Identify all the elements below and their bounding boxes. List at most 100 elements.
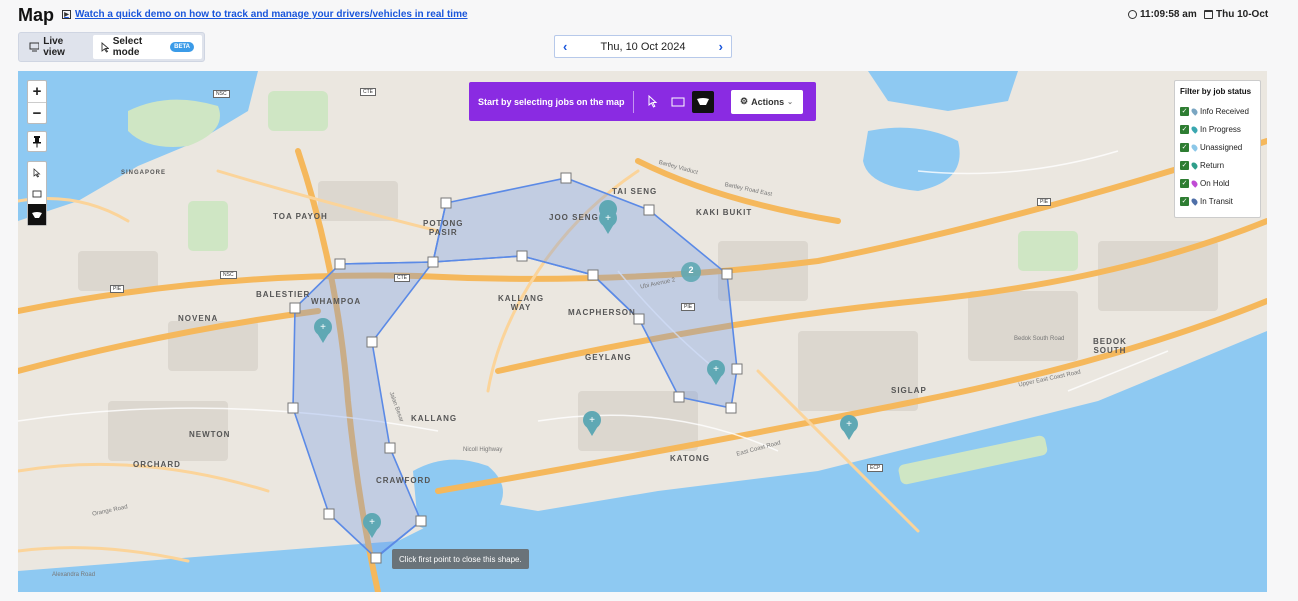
monitor-icon: [29, 42, 40, 52]
top-bar: Map ▶ Watch a quick demo on how to track…: [0, 0, 1298, 30]
lasso-select-button[interactable]: [691, 90, 714, 113]
chevron-down-icon: ⌄: [787, 98, 794, 106]
svg-text:+: +: [589, 415, 595, 426]
zoom-out-button[interactable]: −: [28, 102, 46, 123]
label-potong-pasir: POTONG PASIR: [423, 219, 464, 237]
toolbar-message: Start by selecting jobs on the map: [478, 96, 625, 107]
label-tai-seng: TAI SENG: [612, 187, 658, 196]
draw-control: [27, 161, 47, 226]
checkbox-checked-icon[interactable]: ✓: [1180, 178, 1189, 188]
map-pin-icon: [1190, 178, 1199, 188]
pointer-tool-button[interactable]: [28, 162, 46, 183]
map-pin-icon: [1190, 142, 1199, 152]
live-view-label: Live view: [43, 36, 65, 58]
map-pin-icon: [1190, 196, 1199, 206]
job-cluster[interactable]: 2: [681, 265, 701, 275]
filter-item-label: Info Received: [1200, 106, 1249, 116]
job-selection-toolbar: Start by selecting jobs on the map ⚙ Act…: [469, 82, 816, 121]
actions-dropdown[interactable]: ⚙ Actions ⌄: [730, 89, 803, 114]
job-status-filter: Filter by job status ✓ Info Received ✓ I…: [1174, 80, 1261, 218]
selected-date[interactable]: Thu, 10 Oct 2024: [601, 41, 686, 53]
toolbar-divider: [632, 90, 634, 113]
svg-text:+: +: [369, 517, 375, 528]
road-nicoll-highway: Nicoll Highway: [463, 447, 503, 453]
zoom-in-button[interactable]: +: [28, 81, 46, 102]
shield-pie: PIE: [681, 303, 696, 311]
live-view-button[interactable]: Live view: [21, 35, 93, 59]
filter-item-in-transit[interactable]: ✓ In Transit: [1180, 192, 1255, 210]
draw-hint-tooltip: Click first point to close this shape.: [392, 549, 529, 569]
select-mode-button[interactable]: Select mode BETA: [92, 35, 202, 59]
label-novena: NOVENA: [178, 314, 219, 323]
lasso-icon: [696, 98, 709, 105]
label-macpherson: MACPHERSON: [568, 308, 636, 317]
filter-item-label: Unassigned: [1200, 142, 1243, 152]
demo-link-text[interactable]: Watch a quick demo on how to track and m…: [75, 9, 468, 20]
chevron-right-icon[interactable]: ›: [719, 39, 723, 54]
map-base: + + + + + +: [18, 71, 1267, 592]
svg-text:+: +: [320, 322, 326, 333]
zoom-control: + −: [27, 80, 47, 124]
shield-cte: CTE: [394, 274, 410, 282]
select-mode-label: Select mode: [112, 36, 143, 58]
time-text: 11:09:58 am: [1140, 9, 1197, 20]
cursor-icon: [648, 95, 657, 108]
demo-video-link[interactable]: ▶ Watch a quick demo on how to track and…: [62, 9, 468, 20]
date-picker: ‹ Thu, 10 Oct 2024 ›: [554, 35, 732, 58]
chevron-left-icon[interactable]: ‹: [563, 39, 567, 54]
play-icon: ▶: [62, 10, 71, 19]
clock-icon: [1128, 10, 1137, 19]
current-date: Thu 10-Oct: [1204, 9, 1268, 20]
shield-nsc: NSC: [213, 90, 230, 98]
rectangle-select-button[interactable]: [667, 91, 689, 113]
lasso-icon: [32, 211, 42, 218]
checkbox-checked-icon[interactable]: ✓: [1180, 106, 1189, 116]
filter-item-label: Return: [1200, 160, 1225, 170]
checkbox-checked-icon[interactable]: ✓: [1180, 196, 1189, 206]
filter-item-return[interactable]: ✓ Return: [1180, 156, 1255, 174]
gear-icon: ⚙: [740, 96, 749, 106]
svg-text:+: +: [605, 213, 611, 224]
checkbox-checked-icon[interactable]: ✓: [1180, 160, 1189, 170]
label-kallang: KALLANG: [411, 414, 458, 423]
lasso-tool-button[interactable]: [28, 204, 46, 225]
label-geylang: GEYLANG: [585, 353, 632, 362]
cursor-icon: [101, 41, 109, 53]
page-title: Map: [18, 5, 54, 25]
map-pin-icon: [1190, 106, 1199, 116]
filter-item-info-received[interactable]: ✓ Info Received: [1180, 102, 1255, 120]
shield-ecp: ECP: [867, 464, 884, 472]
label-balestier: BALESTIER: [256, 290, 311, 299]
pin-button[interactable]: [27, 131, 47, 152]
label-crawford: CRAWFORD: [376, 476, 432, 485]
filter-item-unassigned[interactable]: ✓ Unassigned: [1180, 138, 1255, 156]
checkbox-checked-icon[interactable]: ✓: [1180, 142, 1189, 152]
current-time: 11:09:58 am: [1128, 9, 1197, 20]
actions-label: Actions: [751, 96, 785, 107]
cursor-icon: [33, 167, 41, 178]
shield-pie: PIE: [1037, 198, 1052, 206]
checkbox-checked-icon[interactable]: ✓: [1180, 124, 1189, 134]
label-orchard: ORCHARD: [133, 460, 181, 469]
filter-item-label: On Hold: [1200, 178, 1230, 188]
pointer-select-button[interactable]: [642, 91, 664, 113]
date-text: Thu 10-Oct: [1216, 9, 1269, 20]
label-katong: KATONG: [670, 454, 710, 463]
filter-item-on-hold[interactable]: ✓ On Hold: [1180, 174, 1255, 192]
calendar-icon: [1204, 10, 1213, 19]
pin-icon: [33, 135, 41, 147]
label-toa-payoh: TOA PAYOH: [273, 212, 328, 221]
map-canvas[interactable]: + + + + + + 2 TOA PAYOH BALESTIER WHAMPO…: [18, 71, 1267, 592]
filter-item-in-progress[interactable]: ✓ In Progress: [1180, 120, 1255, 138]
shield-pie: PIE: [110, 285, 125, 293]
shield-cte: CTE: [360, 88, 376, 96]
road-alexandra: Alexandra Road: [52, 572, 96, 578]
svg-text:+: +: [713, 364, 719, 375]
rectangle-icon: [671, 97, 685, 106]
map-pin-icon: [1190, 160, 1199, 170]
label-newton: NEWTON: [189, 430, 231, 439]
label-joo-seng: JOO SENG: [549, 213, 599, 222]
rectangle-tool-button[interactable]: [28, 183, 46, 204]
road-bedok-south: Bedok South Road: [1014, 336, 1065, 342]
mode-toggle: Live view Select mode BETA: [18, 32, 205, 62]
